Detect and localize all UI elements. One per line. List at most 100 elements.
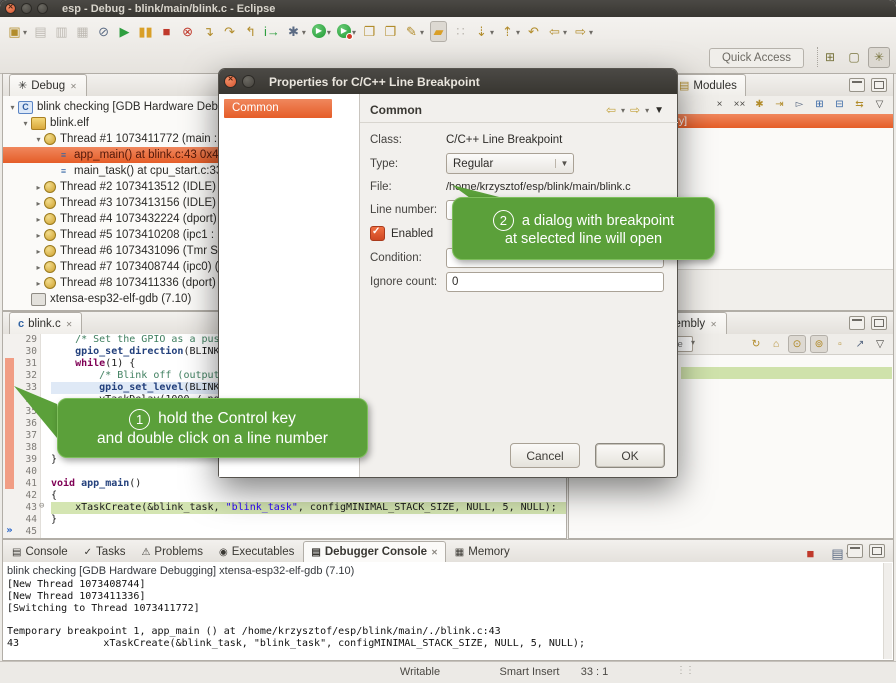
- debugger-console-output[interactable]: blink checking [GDB Hardware Debugging] …: [3, 562, 893, 660]
- line-number[interactable]: 30: [15, 346, 40, 358]
- line-number[interactable]: 44: [15, 514, 40, 526]
- enabled-checkbox[interactable]: [370, 226, 385, 241]
- code-line[interactable]: 44 }: [3, 514, 566, 526]
- instruction-stepping-icon[interactable]: i→: [262, 21, 282, 41]
- tab-tasks[interactable]: ✓ Tasks: [77, 542, 133, 562]
- tree-expander-icon[interactable]: ▸: [33, 215, 44, 224]
- forward-icon[interactable]: ⇨: [571, 21, 595, 41]
- back-icon[interactable]: ⇦: [606, 103, 616, 117]
- disassembly-line[interactable]: [577, 521, 892, 533]
- new-view-icon[interactable]: ▫: [832, 336, 848, 352]
- forward-icon[interactable]: ⇨: [630, 103, 640, 117]
- save-icon[interactable]: ▤: [31, 21, 50, 41]
- sidebar-item-common[interactable]: Common: [224, 99, 332, 118]
- console-scrollbar[interactable]: [883, 563, 892, 659]
- forward-menu-icon[interactable]: ▾: [645, 106, 649, 115]
- export-icon[interactable]: ↗: [852, 336, 868, 352]
- disassembly-line[interactable]: [577, 485, 892, 497]
- tree-expander-icon[interactable]: ▾: [20, 119, 31, 128]
- disassembly-line[interactable]: [681, 355, 892, 367]
- disassembly-line[interactable]: [681, 414, 892, 426]
- type-select[interactable]: Regular ▼: [446, 153, 574, 174]
- minimize-icon[interactable]: [849, 78, 865, 92]
- open-element-icon[interactable]: ❐: [360, 21, 379, 41]
- tab-problems[interactable]: ⚠ Problems: [134, 542, 210, 562]
- close-icon[interactable]: [65, 318, 74, 330]
- disassembly-line[interactable]: [681, 449, 892, 461]
- view-menu-icon[interactable]: ▽: [872, 98, 887, 112]
- suspend-icon[interactable]: ▮▮: [136, 21, 155, 41]
- dropdown-arrow-icon[interactable]: [515, 22, 520, 40]
- line-number[interactable]: 35: [15, 406, 40, 418]
- resource-perspective-icon[interactable]: ▢: [844, 48, 864, 67]
- view-menu-icon[interactable]: ▽: [872, 336, 888, 352]
- mark-occurrences-icon[interactable]: ▰: [428, 21, 449, 41]
- window-minimize-button[interactable]: [21, 3, 32, 14]
- remove-icon[interactable]: ×: [712, 98, 727, 112]
- disassembly-line[interactable]: [681, 367, 892, 379]
- tab-debug[interactable]: ✳ Debug: [9, 74, 87, 96]
- terminate-console-icon[interactable]: ■: [801, 543, 820, 563]
- step-return-icon[interactable]: ↰: [241, 21, 260, 41]
- view-menu-icon[interactable]: ▼: [654, 105, 664, 116]
- tab-executables[interactable]: ◉ Executables: [212, 542, 301, 562]
- disassembly-line[interactable]: [681, 402, 892, 414]
- run-icon[interactable]: ▶: [310, 21, 333, 41]
- dialog-close-button[interactable]: [224, 75, 237, 88]
- disassembly-line[interactable]: [577, 509, 892, 521]
- add-module-icon[interactable]: ✱: [752, 98, 767, 112]
- line-number[interactable]: 39: [15, 454, 40, 466]
- skip-breakpoints-icon[interactable]: ⊘: [94, 21, 113, 41]
- debug-perspective-icon[interactable]: ✳: [868, 47, 890, 68]
- tree-expander-icon[interactable]: ▸: [33, 199, 44, 208]
- dropdown-arrow-icon[interactable]: [588, 22, 593, 40]
- disassembly-line[interactable]: [681, 426, 892, 438]
- tab-memory[interactable]: ▦ Memory: [448, 542, 517, 562]
- dropdown-arrow-icon[interactable]: [489, 22, 494, 40]
- minimize-icon[interactable]: [847, 544, 863, 558]
- dropdown-arrow-icon[interactable]: [301, 22, 306, 40]
- line-number[interactable]: 43: [15, 502, 40, 514]
- home-icon[interactable]: ⌂: [768, 336, 784, 352]
- line-number[interactable]: 38: [15, 442, 40, 454]
- line-number[interactable]: 34: [15, 394, 40, 406]
- link-editor-icon[interactable]: ∷: [451, 21, 470, 41]
- disassembly-line[interactable]: [681, 438, 892, 450]
- last-edit-location-icon[interactable]: ↶: [524, 21, 543, 41]
- tab-blink-c[interactable]: c blink.c: [9, 312, 82, 334]
- maximize-icon[interactable]: [871, 78, 887, 92]
- code-line[interactable]: 45: [3, 526, 566, 538]
- link-with-debug-icon[interactable]: ⇆: [852, 98, 867, 112]
- disassembly-line[interactable]: [577, 497, 892, 509]
- disassembly-line[interactable]: [681, 461, 892, 473]
- binary-icon[interactable]: ▦: [73, 21, 92, 41]
- quick-access-button[interactable]: Quick Access: [709, 48, 804, 68]
- remove-all-icon[interactable]: ××: [732, 98, 747, 112]
- tab-debugger-console[interactable]: ▤ Debugger Console: [303, 541, 445, 562]
- expand-all-icon[interactable]: ⊞: [812, 98, 827, 112]
- tree-expander-icon[interactable]: ▸: [33, 279, 44, 288]
- ok-button[interactable]: OK: [595, 443, 665, 468]
- profile-icon[interactable]: ▶: [335, 21, 358, 41]
- line-number[interactable]: 29: [15, 334, 40, 346]
- close-icon[interactable]: [69, 80, 78, 92]
- open-resource-icon[interactable]: ❐: [381, 21, 400, 41]
- location-dropdown-icon[interactable]: ▾: [691, 338, 695, 347]
- prev-annotation-icon[interactable]: ⇡: [498, 21, 522, 41]
- save-all-icon[interactable]: ▥: [52, 21, 71, 41]
- sync-selection-icon[interactable]: ⊚: [810, 335, 828, 353]
- window-maximize-button[interactable]: [37, 3, 48, 14]
- tree-expander-icon[interactable]: ▾: [7, 103, 18, 112]
- line-number[interactable]: 40: [15, 466, 40, 478]
- dropdown-arrow-icon[interactable]: [22, 22, 27, 40]
- ignore-count-input[interactable]: [446, 272, 664, 292]
- line-number[interactable]: 36: [15, 418, 40, 430]
- pointer-icon[interactable]: ▻: [792, 98, 807, 112]
- code-line[interactable]: 42 {: [3, 490, 566, 502]
- load-symbols-icon[interactable]: ⇥: [772, 98, 787, 112]
- minimize-icon[interactable]: [849, 316, 865, 330]
- debug-icon[interactable]: ✱: [284, 21, 308, 41]
- maximize-icon[interactable]: [871, 316, 887, 330]
- disassembly-line[interactable]: [681, 390, 892, 402]
- dialog-menu-button[interactable]: [242, 75, 255, 88]
